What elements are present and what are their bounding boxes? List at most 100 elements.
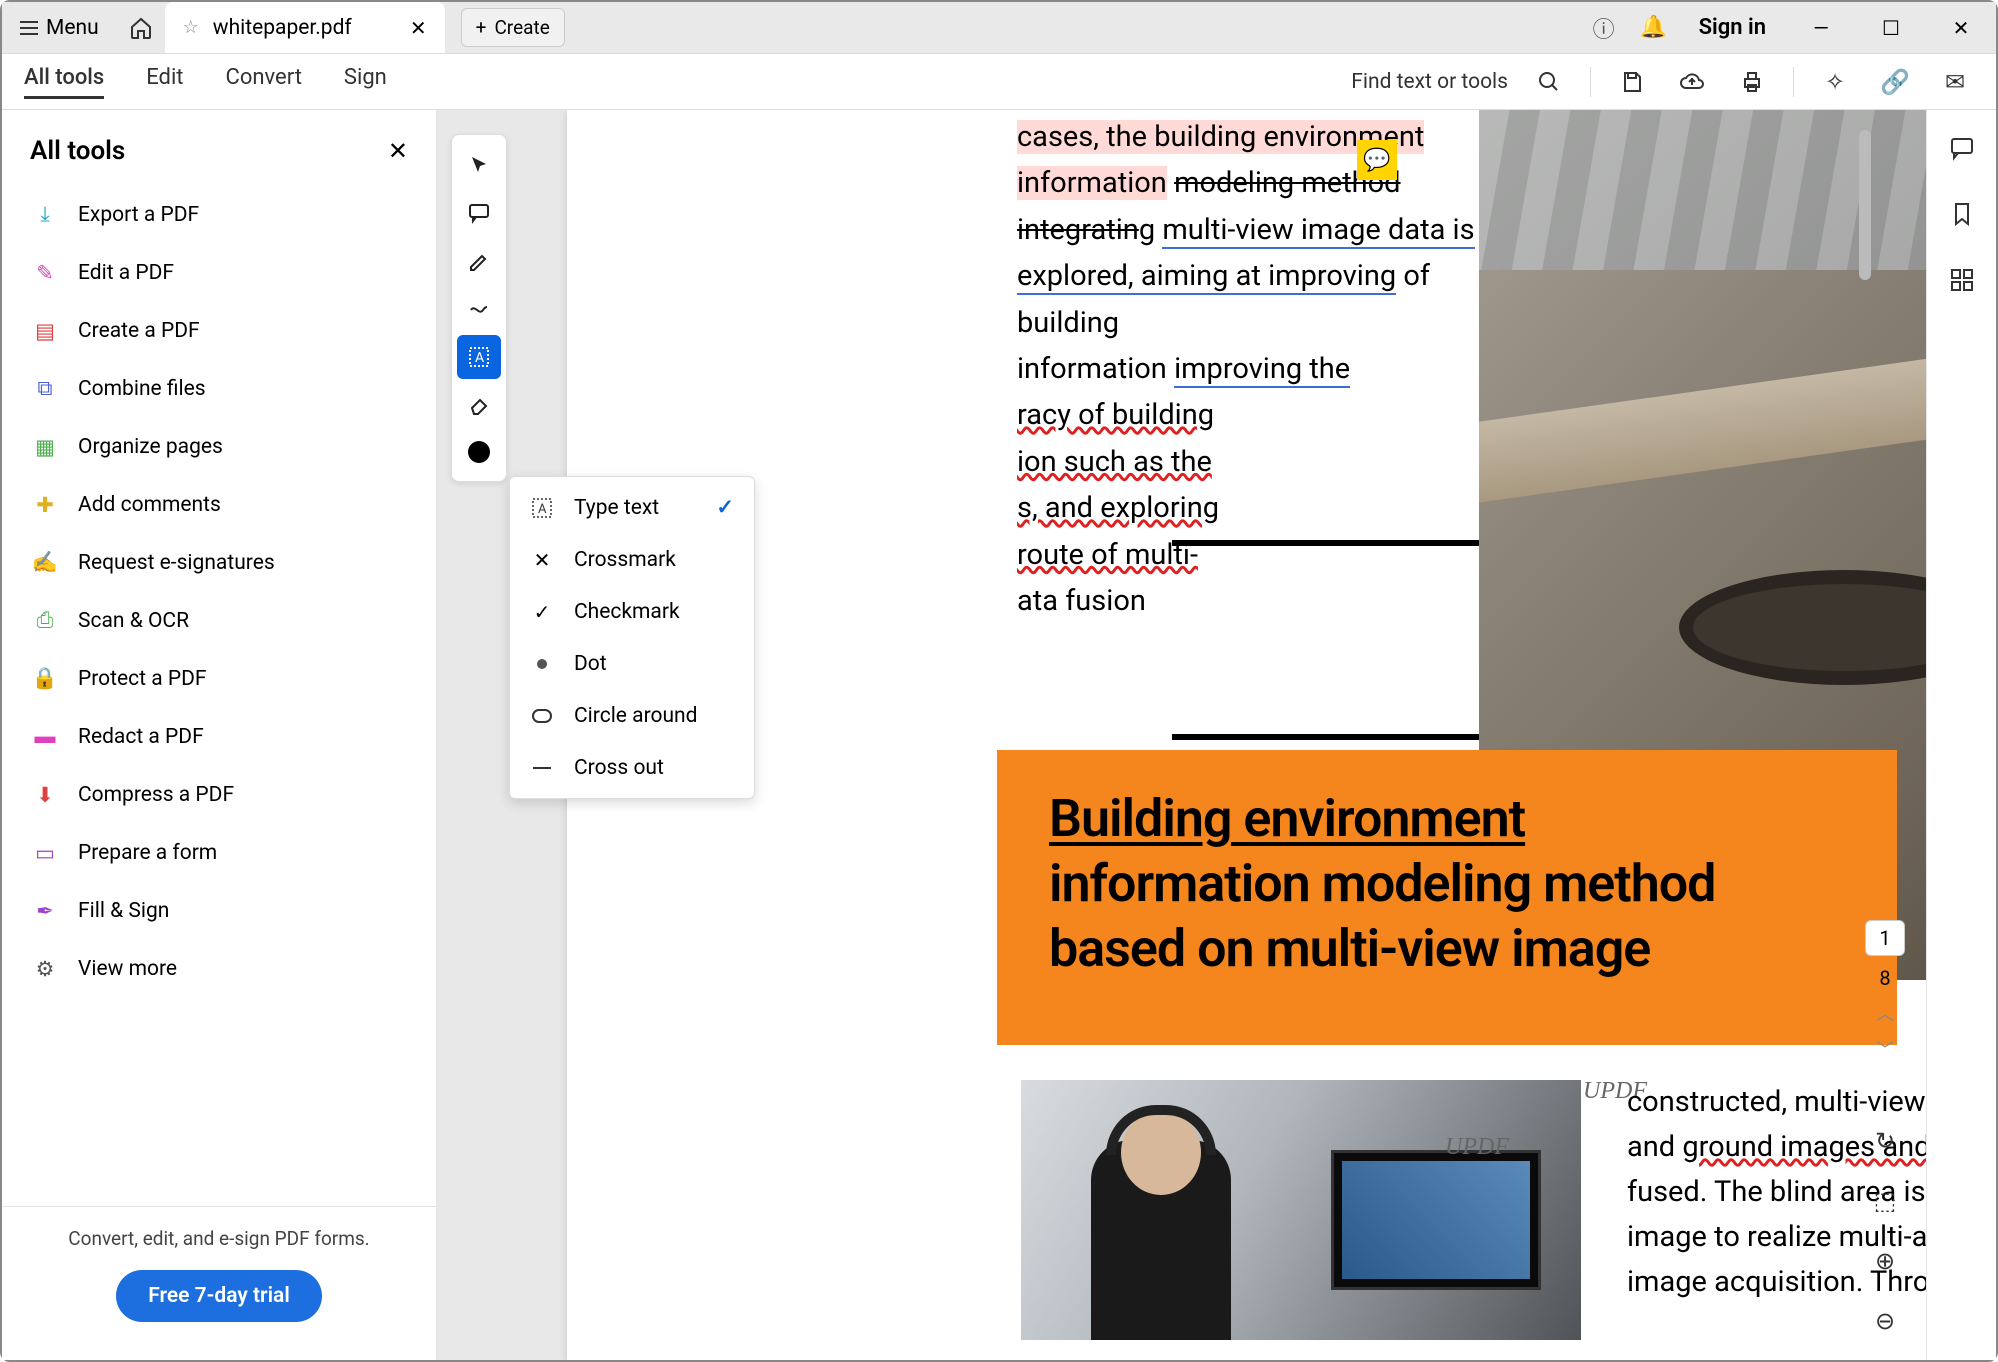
current-page-input[interactable]: 1 (1865, 920, 1905, 956)
tool-icon: ⬇ (30, 780, 60, 810)
sidebar-item-redact-a-pdf[interactable]: ▬Redact a PDF (2, 708, 436, 766)
sidebar-item-compress-a-pdf[interactable]: ⬇ Compress a PDF (2, 766, 436, 824)
trial-button[interactable]: Free 7-day trial (116, 1270, 322, 1322)
sidebar-item-prepare-a-form[interactable]: ▭Prepare a form (2, 824, 436, 882)
bookmarks-panel-icon[interactable] (1944, 196, 1980, 232)
sidebar-item-combine-files[interactable]: ⧉Combine files (2, 360, 436, 418)
dropdown-item-cross-out[interactable]: Cross out (510, 742, 754, 794)
save-icon[interactable] (1613, 63, 1651, 101)
page-down-button[interactable]: ﹀ (1876, 1036, 1894, 1062)
menu-button[interactable]: Menu (2, 2, 117, 53)
tool-label: Organize pages (78, 435, 223, 459)
thumbnails-panel-icon[interactable] (1944, 262, 1980, 298)
dropdown-item-dot[interactable]: Dot (510, 638, 754, 690)
menu-label: Menu (46, 16, 99, 40)
tool-icon: ✒ (30, 896, 60, 926)
draw-tool[interactable] (457, 287, 501, 331)
sidebar-item-view-more[interactable]: ⚙View more (2, 940, 436, 998)
divider (1590, 67, 1591, 97)
sidebar-item-request-e-signatures[interactable]: ✍Request e-signatures (2, 534, 436, 592)
tab-all-tools[interactable]: All tools (24, 65, 104, 99)
zoom-out-icon[interactable]: ⊖ (1866, 1302, 1904, 1340)
print-icon[interactable] (1733, 63, 1771, 101)
home-button[interactable] (117, 2, 165, 53)
tool-list: ⤓Export a PDF✎Edit a PDF▤Create a PDF⧉Co… (2, 186, 436, 1206)
tool-icon: 🔒 (30, 664, 60, 694)
highlight-tool[interactable] (457, 239, 501, 283)
orange-title-text: Building environment information modelin… (1049, 786, 1845, 981)
comment-tool[interactable] (457, 191, 501, 235)
tool-icon: ▬ (30, 722, 60, 752)
erase-tool[interactable] (457, 383, 501, 427)
secondbar-tabs: All tools Edit Convert Sign (24, 65, 387, 99)
select-tool[interactable] (457, 143, 501, 187)
canvas-area: A AType text✓ ✕ Crossmark ✓Checkmark Dot Circ… (437, 110, 1926, 1360)
sidebar-item-fill-sign[interactable]: ✒ Fill & Sign (2, 882, 436, 940)
sidebar-item-export-a-pdf[interactable]: ⤓Export a PDF (2, 186, 436, 244)
dropdown-item-icon: A (530, 498, 554, 518)
tool-label: Combine files (78, 377, 206, 401)
tool-label: Protect a PDF (78, 667, 206, 691)
secondbar-right: Find text or tools ✧ 🔗 ✉ (1351, 63, 1974, 101)
bell-icon[interactable]: 🔔 (1629, 2, 1679, 53)
dropdown-item-label: Dot (574, 652, 607, 676)
tab-sign[interactable]: Sign (344, 65, 387, 99)
create-button[interactable]: + Create (461, 8, 565, 47)
dropdown-item-checkmark[interactable]: ✓Checkmark (510, 586, 754, 638)
minimize-button[interactable]: ― (1786, 2, 1856, 54)
sidebar-item-add-comments[interactable]: ✚ Add comments (2, 476, 436, 534)
sidebar-item-protect-a-pdf[interactable]: 🔒 Protect a PDF (2, 650, 436, 708)
comments-panel-icon[interactable] (1944, 130, 1980, 166)
page-up-button[interactable]: ︿ (1876, 1000, 1894, 1026)
sidebar-item-edit-a-pdf[interactable]: ✎Edit a PDF (2, 244, 436, 302)
sticky-note-icon[interactable]: 💬 (1357, 140, 1397, 180)
tool-label: Create a PDF (78, 319, 200, 343)
maximize-button[interactable]: ☐ (1856, 2, 1926, 54)
find-label[interactable]: Find text or tools (1351, 70, 1508, 94)
tool-label: Export a PDF (78, 203, 199, 227)
text-tool[interactable]: A (457, 335, 501, 379)
sidebar-item-scan-ocr[interactable]: ⎙Scan & OCR (2, 592, 436, 650)
tool-label: Compress a PDF (78, 783, 234, 807)
pdf-page[interactable]: cases, the building environment informat… (567, 110, 1926, 1360)
sidebar-close-icon[interactable]: ✕ (388, 137, 408, 165)
rotate-icon[interactable]: ↻ (1866, 1122, 1904, 1160)
cloud-icon[interactable] (1673, 63, 1711, 101)
tool-icon: ✍ (30, 548, 60, 578)
close-button[interactable]: ✕ (1926, 2, 1996, 54)
tool-icon: ▦ (30, 432, 60, 462)
zoom-in-icon[interactable]: ⊕ (1866, 1242, 1904, 1280)
hamburger-icon (20, 21, 38, 35)
star-icon[interactable]: ☆ (183, 17, 199, 38)
bottom-zoom-tools: ↻ ⬚ ⊕ ⊖ (1860, 1122, 1910, 1340)
help-icon[interactable]: ⓘ (1579, 2, 1629, 53)
close-tab-icon[interactable]: ✕ (410, 16, 427, 40)
lower-image (1021, 1080, 1581, 1340)
ai-icon[interactable]: ✧ (1816, 63, 1854, 101)
fit-page-icon[interactable]: ⬚ (1866, 1182, 1904, 1220)
mail-icon[interactable]: ✉ (1936, 63, 1974, 101)
dropdown-item-crossmark[interactable]: ✕ Crossmark (510, 534, 754, 586)
second-toolbar: All tools Edit Convert Sign Find text or… (2, 54, 1996, 110)
tool-label: Fill & Sign (78, 899, 169, 923)
tool-label: Add comments (78, 493, 221, 517)
file-tab[interactable]: ☆ whitepaper.pdf ✕ (165, 2, 445, 53)
sidebar-footer: Convert, edit, and e-sign PDF forms. Fre… (2, 1206, 436, 1342)
tab-convert[interactable]: Convert (226, 65, 302, 99)
dropdown-item-type-text[interactable]: AType text✓ (510, 481, 754, 534)
dropdown-item-icon: ✕ (530, 548, 554, 572)
vertical-toolbar: A (451, 134, 507, 482)
dropdown-item-circle-around[interactable]: Circle around (510, 690, 754, 742)
text-tool-dropdown: AType text✓ ✕ Crossmark ✓Checkmark Dot Circle… (509, 476, 755, 799)
tab-edit[interactable]: Edit (146, 65, 183, 99)
signin-button[interactable]: Sign in (1679, 15, 1786, 40)
scrollbar-thumb[interactable] (1859, 130, 1871, 280)
tool-icon: ✚ (30, 490, 60, 520)
dropdown-item-label: Crossmark (574, 548, 676, 572)
link-icon[interactable]: 🔗 (1876, 63, 1914, 101)
sidebar-item-organize-pages[interactable]: ▦ Organize pages (2, 418, 436, 476)
color-dot[interactable] (468, 441, 490, 463)
sidebar-item-create-a-pdf[interactable]: ▤Create a PDF (2, 302, 436, 360)
search-icon[interactable] (1530, 63, 1568, 101)
right-rail (1926, 110, 1996, 1360)
